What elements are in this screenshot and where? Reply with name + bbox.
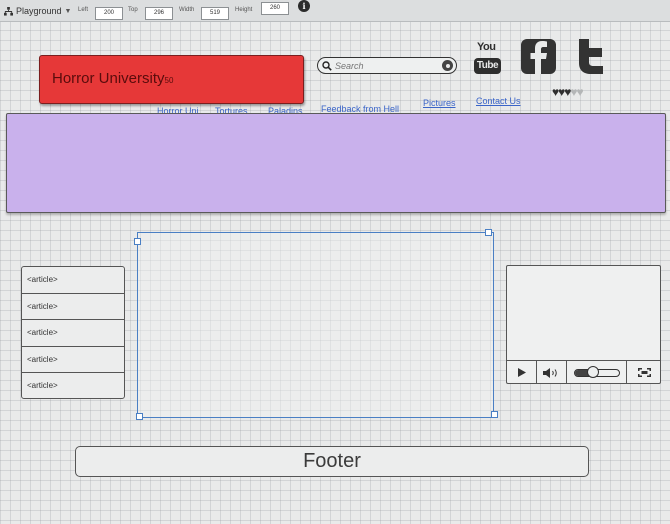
volume-slider-knob[interactable] [587, 365, 600, 378]
width-label: Width [179, 7, 195, 13]
nav-link-contact[interactable]: Contact Us [476, 96, 521, 106]
video-controls [507, 360, 661, 384]
left-label: Left [78, 7, 89, 13]
resize-handle-top-right[interactable] [485, 229, 492, 236]
resize-handle-bottom-right[interactable] [491, 411, 498, 418]
facebook-f-glyph [530, 41, 547, 74]
facebook-icon[interactable] [521, 39, 556, 74]
article-list: <article> <article> <article> <article> … [21, 266, 125, 399]
youtube-you-text: You [477, 41, 496, 53]
search-input[interactable] [332, 58, 435, 73]
selected-content-box[interactable] [137, 232, 494, 418]
list-item[interactable]: <article> [22, 320, 124, 347]
volume-slider[interactable] [567, 361, 627, 384]
volume-icon [542, 367, 557, 378]
search-icon [322, 60, 332, 71]
top-field[interactable]: 296 [145, 7, 173, 20]
hero-banner [6, 113, 666, 213]
brand-title-text: Horror University [52, 70, 165, 87]
nav-link-pictures[interactable]: Pictures [423, 98, 456, 108]
brand-title-suffix: 50 [164, 76, 174, 85]
playground-menu[interactable]: Playground ▼ [4, 4, 71, 18]
play-button[interactable] [507, 361, 537, 384]
list-item[interactable]: <article> [22, 373, 124, 398]
youtube-tube-text: Tube [474, 58, 501, 74]
tumblr-icon[interactable] [572, 37, 606, 75]
favorite-heart-5[interactable]: ♥ [577, 85, 584, 99]
height-label: Height [235, 7, 253, 13]
playground-label: Playground [16, 6, 62, 16]
footer: Footer [75, 446, 589, 477]
list-item[interactable]: <article> [22, 294, 124, 320]
fullscreen-icon [637, 368, 651, 377]
left-field[interactable]: 200 [95, 7, 123, 20]
resize-handle-top-left[interactable] [134, 238, 141, 245]
info-icon[interactable]: i [298, 0, 310, 12]
play-icon [517, 368, 526, 377]
volume-slider-track [573, 365, 620, 378]
sitemap-icon [4, 6, 13, 16]
favorite-hearts[interactable]: ♥♥♥♥♥ [552, 85, 584, 99]
volume-button[interactable] [537, 361, 567, 384]
resize-handle-bottom-left[interactable] [136, 413, 143, 420]
clear-search-icon[interactable] [442, 60, 453, 71]
list-item[interactable]: <article> [22, 267, 124, 294]
top-label: Top [128, 7, 138, 13]
height-field[interactable]: 260 [261, 2, 289, 15]
list-item[interactable]: <article> [22, 347, 124, 373]
youtube-icon[interactable]: You Tube [474, 41, 502, 75]
width-field[interactable]: 519 [201, 7, 229, 20]
brand-title: Horror University50 [52, 70, 173, 87]
search-box[interactable] [317, 57, 457, 74]
fullscreen-button[interactable] [627, 361, 661, 384]
chevron-down-icon: ▼ [64, 7, 72, 15]
